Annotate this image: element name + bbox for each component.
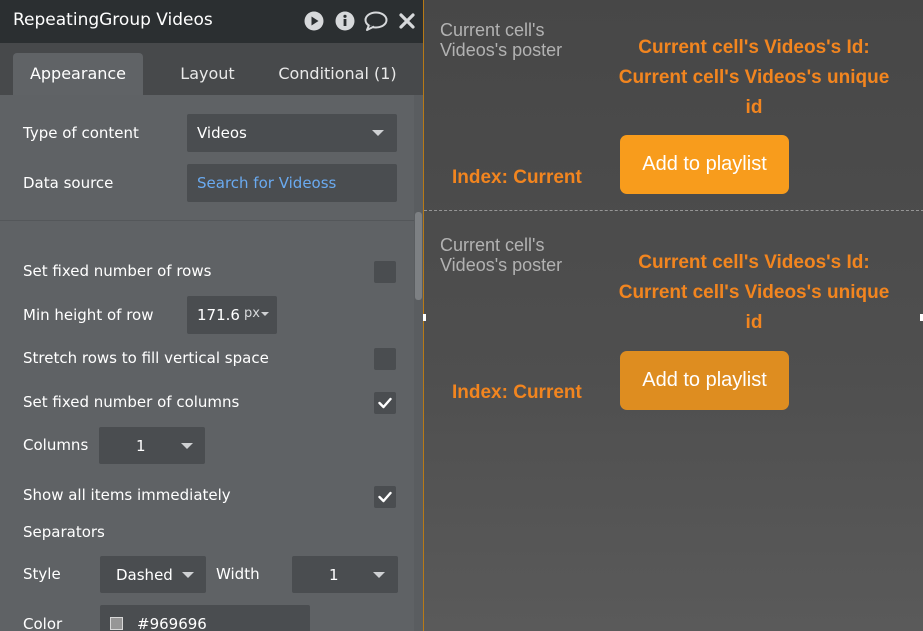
chevron-down-icon [372, 130, 384, 136]
checkmark-icon [378, 397, 392, 409]
section-divider [0, 220, 423, 221]
width-label: Width [216, 565, 260, 583]
row-separator [424, 210, 923, 211]
type-of-content-label: Type of content [23, 124, 139, 142]
close-icon[interactable] [399, 13, 415, 33]
columns-dropdown[interactable]: 1 [99, 427, 205, 464]
min-height-value: 171.6( [197, 306, 239, 324]
columns-label: Columns [23, 436, 89, 454]
comment-icon[interactable] [364, 11, 388, 35]
add-to-playlist-button[interactable]: Add to playlist [620, 135, 789, 194]
data-source-label: Data source [23, 174, 114, 192]
separator-width-dropdown[interactable]: 1 [292, 556, 398, 593]
property-editor-panel: RepeatingGroup Videos Appearance Layout … [0, 0, 423, 631]
video-poster-placeholder[interactable]: Current cell's Videos's poster [440, 20, 590, 60]
editor-titlebar: RepeatingGroup Videos [0, 0, 423, 43]
chevron-down-icon [373, 572, 385, 578]
show-all-checkbox[interactable] [374, 486, 396, 508]
show-all-label: Show all items immediately [23, 486, 231, 504]
type-of-content-dropdown[interactable]: Videos [187, 114, 397, 152]
data-source-field[interactable]: Search for Videoss [187, 164, 397, 202]
chevron-down-icon [181, 443, 193, 449]
type-of-content-value: Videos [197, 124, 247, 142]
editor-title: RepeatingGroup Videos [13, 10, 213, 30]
index-text[interactable]: Index: Current [452, 382, 582, 404]
tab-appearance[interactable]: Appearance [13, 53, 143, 95]
panel-scrollbar-thumb[interactable] [415, 212, 422, 300]
unit-px-label: px [244, 306, 260, 321]
panel-scrollbar-track[interactable] [414, 95, 423, 631]
fixed-columns-checkbox[interactable] [374, 392, 396, 414]
style-label: Style [23, 565, 61, 583]
play-icon[interactable] [304, 11, 324, 35]
columns-value: 1 [136, 436, 146, 455]
repeating-group-canvas[interactable]: Current cell's Videos's poster Current c… [423, 0, 923, 631]
index-text[interactable]: Index: Current [452, 167, 582, 189]
separator-color-value: #969696 [137, 615, 207, 631]
stretch-rows-checkbox[interactable] [374, 348, 396, 370]
video-id-text[interactable]: Current cell's Videos's Id: Current cell… [614, 248, 894, 338]
fixed-columns-label: Set fixed number of columns [23, 393, 240, 411]
separator-style-dropdown[interactable]: Dashed [100, 556, 206, 593]
min-height-input[interactable]: 171.6( px [187, 296, 277, 334]
checkmark-icon [378, 491, 392, 503]
unit-chevron-down-icon[interactable] [261, 312, 269, 316]
fixed-rows-label: Set fixed number of rows [23, 262, 212, 280]
video-id-text[interactable]: Current cell's Videos's Id: Current cell… [614, 33, 894, 123]
fixed-rows-checkbox[interactable] [374, 261, 396, 283]
stretch-rows-label: Stretch rows to fill vertical space [23, 349, 269, 367]
chevron-down-icon [182, 572, 194, 578]
data-source-value: Search for Videoss [197, 174, 337, 192]
separator-style-value: Dashed [116, 565, 173, 584]
video-poster-placeholder[interactable]: Current cell's Videos's poster [440, 235, 590, 275]
resize-handle-left[interactable] [423, 314, 426, 321]
tab-layout[interactable]: Layout [160, 53, 255, 95]
add-to-playlist-button[interactable]: Add to playlist [620, 351, 789, 410]
separator-color-picker[interactable]: #969696 [100, 605, 310, 631]
info-icon[interactable] [335, 11, 355, 35]
color-label: Color [23, 615, 63, 631]
separator-width-value: 1 [329, 565, 339, 584]
tab-conditional[interactable]: Conditional (1) [270, 53, 405, 95]
min-height-label: Min height of row [23, 306, 154, 324]
color-swatch[interactable] [110, 617, 123, 630]
separators-heading: Separators [23, 523, 105, 541]
